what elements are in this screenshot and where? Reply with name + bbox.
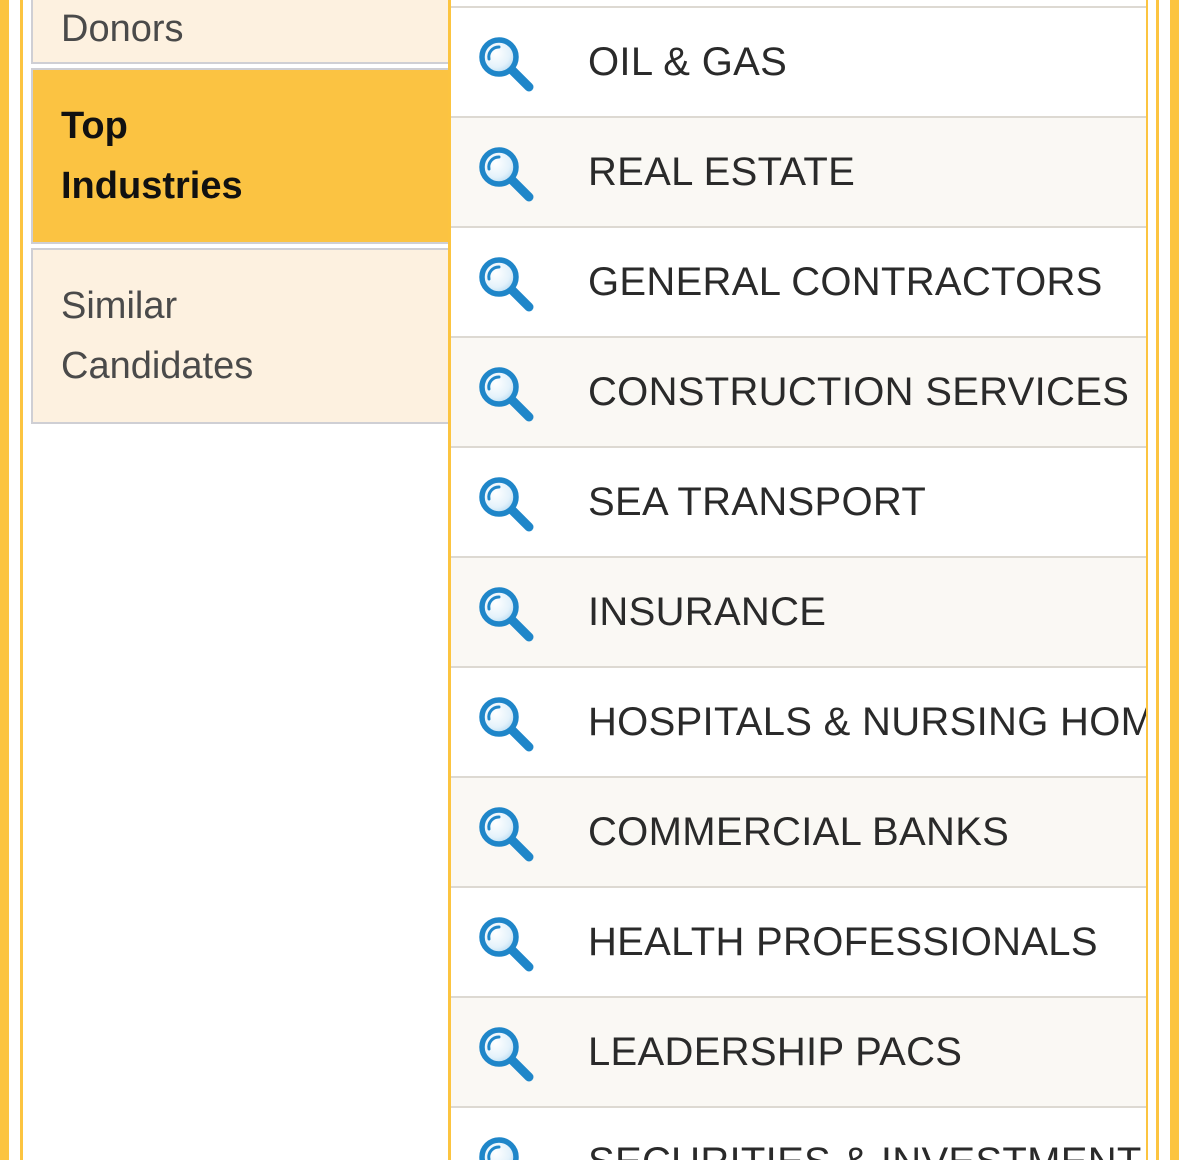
industry-label: SEA TRANSPORT [588, 479, 927, 524]
industry-row-hospitals-nursing-homes[interactable]: HOSPITALS & NURSING HOMES [451, 666, 1148, 776]
industry-label: SECURITIES & INVESTMENT [588, 1140, 1142, 1160]
magnifier-icon[interactable] [477, 365, 537, 425]
industry-row-insurance[interactable]: INSURANCE [451, 556, 1148, 666]
industry-label: COMMERCIAL BANKS [588, 809, 1010, 854]
panel-right-border [1146, 0, 1148, 1160]
magnifier-icon[interactable] [477, 805, 537, 865]
industry-label: OIL & GAS [588, 39, 788, 84]
magnifier-icon[interactable] [477, 695, 537, 755]
left-border-line [20, 0, 23, 1160]
right-border [1170, 0, 1179, 1160]
magnifier-icon[interactable] [477, 35, 537, 95]
tab-top-industries-label-line2: Industries [61, 165, 243, 207]
industry-row-commercial-banks[interactable]: COMMERCIAL BANKS [451, 776, 1148, 886]
industry-row-construction-services[interactable]: CONSTRUCTION SERVICES [451, 336, 1148, 446]
industry-row-health-professionals[interactable]: HEALTH PROFESSIONALS [451, 886, 1148, 996]
magnifier-icon[interactable] [477, 475, 537, 535]
industry-row-leadership-pacs[interactable]: LEADERSHIP PACS [451, 996, 1148, 1106]
right-border-line [1156, 0, 1159, 1160]
industry-label: INSURANCE [588, 589, 827, 634]
magnifier-icon[interactable] [477, 1025, 537, 1085]
industry-label: CONSTRUCTION SERVICES [588, 369, 1130, 414]
industry-row-sea-transport[interactable]: SEA TRANSPORT [451, 446, 1148, 556]
industry-label: REAL ESTATE [588, 149, 856, 194]
magnifier-icon[interactable] [477, 1135, 537, 1160]
page-frame: Donors Top Industries Similar Candidates… [0, 0, 1179, 1160]
tab-top-industries-label-line1: Top [61, 105, 128, 147]
industry-label: HEALTH PROFESSIONALS [588, 919, 1098, 964]
industry-row-general-contractors[interactable]: GENERAL CONTRACTORS [451, 226, 1148, 336]
tab-donors-label: Donors [61, 8, 184, 50]
industry-row-oil-gas[interactable]: OIL & GAS [451, 6, 1148, 116]
industry-row-real-estate[interactable]: REAL ESTATE [451, 116, 1148, 226]
magnifier-icon[interactable] [477, 255, 537, 315]
industry-row-securities-investment[interactable]: SECURITIES & INVESTMENT [451, 1106, 1148, 1160]
magnifier-icon[interactable] [477, 915, 537, 975]
magnifier-icon[interactable] [477, 585, 537, 645]
tab-donors[interactable]: Donors [31, 0, 449, 64]
industries-list: OIL & GAS REAL ESTATE GENERAL CONTRACTOR… [451, 6, 1148, 1160]
magnifier-icon[interactable] [477, 145, 537, 205]
industries-panel: OIL & GAS REAL ESTATE GENERAL CONTRACTOR… [448, 0, 1148, 1160]
industry-label: GENERAL CONTRACTORS [588, 259, 1103, 304]
tab-similar-candidates-label-line1: Similar [61, 285, 178, 327]
tab-similar-candidates[interactable]: Similar Candidates [31, 248, 449, 424]
industry-label: LEADERSHIP PACS [588, 1029, 963, 1074]
industry-label: HOSPITALS & NURSING HOMES [588, 699, 1148, 744]
left-border [0, 0, 9, 1160]
tab-similar-candidates-label-line2: Candidates [61, 345, 254, 387]
tab-top-industries[interactable]: Top Industries [31, 68, 449, 244]
